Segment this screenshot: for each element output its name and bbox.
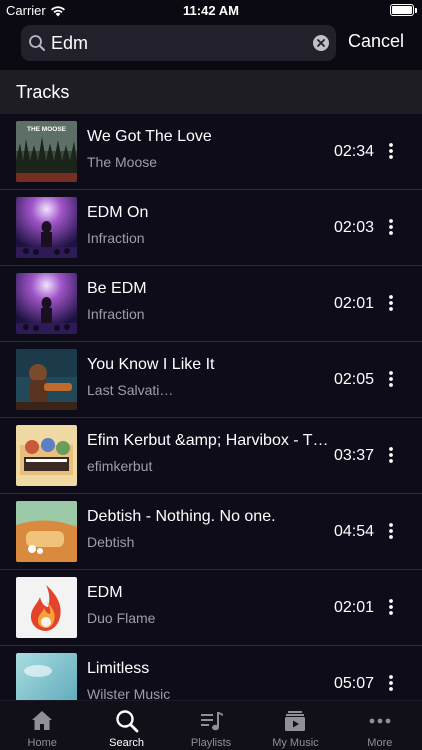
more-options-icon[interactable] xyxy=(384,218,398,236)
section-header: Tracks xyxy=(0,70,422,114)
track-row[interactable]: You Know I Like It Last Salvati… 02:05 xyxy=(0,342,422,418)
search-bar: Cancel xyxy=(0,22,422,70)
album-art xyxy=(16,425,77,486)
tab-bar: Home Search Playlists My Music More xyxy=(0,700,422,750)
track-row[interactable]: Limitless Wilster Music 05:07 xyxy=(0,646,422,700)
track-duration: 02:34 xyxy=(334,143,375,160)
track-artist: Infraction xyxy=(87,230,145,246)
track-title: Be EDM xyxy=(87,280,147,297)
search-icon xyxy=(29,35,45,51)
track-artist: Wilster Music xyxy=(87,686,171,700)
track-title: We Got The Love xyxy=(87,128,212,145)
status-bar: Carrier 11:42 AM xyxy=(0,0,422,22)
search-input[interactable] xyxy=(51,29,301,57)
track-duration: 02:01 xyxy=(334,599,375,616)
home-icon xyxy=(32,711,53,730)
track-artist: Debtish xyxy=(87,534,135,550)
more-options-icon[interactable] xyxy=(384,446,398,464)
tab-search[interactable]: Search xyxy=(84,701,168,750)
section-title: Tracks xyxy=(16,82,70,102)
more-options-icon[interactable] xyxy=(384,522,398,540)
clear-search-icon[interactable] xyxy=(313,35,329,51)
playlists-icon xyxy=(201,712,224,731)
clock: 11:42 AM xyxy=(183,3,239,18)
battery-icon xyxy=(390,4,417,16)
track-title: EDM On xyxy=(87,204,149,221)
track-title: Limitless xyxy=(87,660,150,677)
tab-label: My Music xyxy=(272,737,319,749)
tab-label: Search xyxy=(109,737,145,749)
track-duration: 02:03 xyxy=(334,219,375,236)
track-artist: efimkerbut xyxy=(87,458,153,474)
tab-label: Home xyxy=(27,737,57,749)
tab-playlists[interactable]: Playlists xyxy=(169,701,253,750)
track-row[interactable]: EDM On Infraction 02:03 xyxy=(0,190,422,266)
track-artist: The Moose xyxy=(87,154,158,170)
track-row[interactable]: Be EDM Infraction 02:01 xyxy=(0,266,422,342)
album-art xyxy=(16,197,77,258)
track-row[interactable]: THE MOOSE We Got The Love The Moose 02:3… xyxy=(0,114,422,190)
track-artist: Duo Flame xyxy=(87,610,156,626)
search-icon xyxy=(115,710,139,733)
track-artist: Last Salvati… xyxy=(87,382,174,398)
track-duration: 04:54 xyxy=(334,523,375,540)
tab-my-music[interactable]: My Music xyxy=(253,701,337,750)
album-art-text: THE MOOSE xyxy=(27,126,67,133)
more-options-icon[interactable] xyxy=(384,674,398,692)
track-duration: 02:01 xyxy=(334,295,375,312)
track-duration: 03:37 xyxy=(334,447,375,464)
track-title: Efim Kerbut &amp; Harvibox - T… xyxy=(87,432,329,449)
more-options-icon[interactable] xyxy=(384,598,398,616)
track-title: EDM xyxy=(87,584,123,601)
track-row[interactable]: EDM Duo Flame 02:01 xyxy=(0,570,422,646)
tab-label: More xyxy=(367,737,393,749)
more-icon xyxy=(369,718,391,724)
more-options-icon[interactable] xyxy=(384,142,398,160)
album-art: THE MOOSE xyxy=(16,121,77,182)
album-art xyxy=(16,501,77,562)
track-list[interactable]: THE MOOSE We Got The Love The Moose 02:3… xyxy=(0,114,422,700)
track-title: You Know I Like It xyxy=(87,356,215,373)
track-artist: Infraction xyxy=(87,306,145,322)
track-duration: 05:07 xyxy=(334,675,375,692)
album-art xyxy=(16,273,77,334)
track-row[interactable]: Debtish - Nothing. No one. Debtish 04:54 xyxy=(0,494,422,570)
more-options-icon[interactable] xyxy=(384,370,398,388)
track-row[interactable]: Efim Kerbut &amp; Harvibox - T… efimkerb… xyxy=(0,418,422,494)
track-duration: 02:05 xyxy=(334,371,375,388)
tab-more[interactable]: More xyxy=(338,701,422,750)
track-title: Debtish - Nothing. No one. xyxy=(87,508,276,525)
album-art xyxy=(16,577,77,638)
album-art xyxy=(16,349,77,410)
album-art xyxy=(16,653,77,700)
my-music-icon xyxy=(285,711,306,731)
more-options-icon[interactable] xyxy=(384,294,398,312)
tab-home[interactable]: Home xyxy=(0,701,84,750)
search-field[interactable] xyxy=(21,25,336,61)
tab-label: Playlists xyxy=(190,737,232,749)
cancel-button[interactable]: Cancel xyxy=(348,31,404,52)
